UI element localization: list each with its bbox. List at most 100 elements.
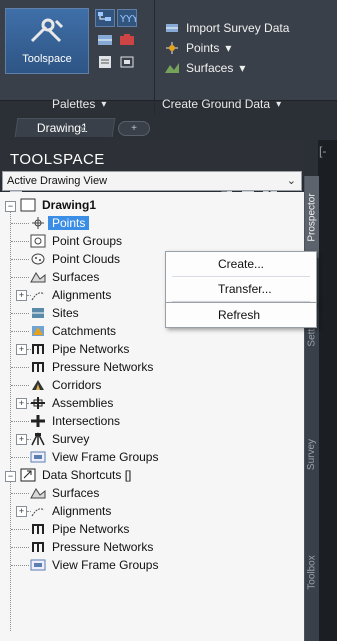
tab-survey-label: Survey (306, 438, 318, 470)
settings-mini-button[interactable]: YYY (117, 9, 139, 27)
tree-item-catchments-label: Catchments (52, 324, 117, 338)
tree-item-alignments[interactable]: Alignments (30, 286, 111, 304)
layers-mini-button[interactable] (118, 54, 136, 70)
drawing-tab[interactable]: Drawing1 (14, 118, 116, 137)
toolbox-mini-button[interactable] (118, 32, 136, 48)
tree-root-drawing[interactable]: Drawing1 (20, 196, 96, 214)
tree-shortcut-view-frame-groups[interactable]: View Frame Groups (30, 556, 158, 574)
tab-toolbox[interactable]: Toolbox (305, 532, 319, 612)
surfaces-icon (164, 61, 180, 75)
pressure-networks-icon (30, 540, 46, 554)
expand-pipe-networks-toggle[interactable]: + (16, 344, 27, 355)
expand-alignments-toggle[interactable]: + (16, 290, 27, 301)
surfaces-icon (30, 486, 46, 500)
expand-survey-toggle[interactable]: + (16, 434, 27, 445)
context-menu-create-label: Create... (218, 257, 265, 271)
tree-root-drawing-label: Drawing1 (42, 198, 97, 212)
tree-item-pipe-networks[interactable]: Pipe Networks (30, 340, 129, 358)
tree-item-point-clouds-label: Point Clouds (52, 252, 121, 266)
expand-assemblies-toggle[interactable]: + (16, 398, 27, 409)
context-menu-refresh[interactable]: Refresh (165, 302, 317, 328)
create-ground-data-panel-title[interactable]: Create Ground Data ▾ (162, 95, 281, 113)
import-survey-icon (164, 21, 180, 35)
pressure-networks-icon (30, 360, 46, 374)
survey-icon (98, 35, 112, 45)
points-icon (164, 41, 180, 55)
tree-item-surfaces-label: Surfaces (52, 270, 100, 284)
surfaces-label: Surfaces (186, 61, 234, 75)
prospector-mini-button[interactable] (95, 9, 115, 27)
view-frame-groups-icon (30, 450, 46, 464)
tree-shortcut-surfaces-label: Surfaces (52, 486, 100, 500)
new-tab-button[interactable]: + (118, 121, 150, 136)
tree-item-intersections-label: Intersections (52, 414, 121, 428)
sites-icon (30, 306, 46, 320)
settings-tree-icon: YYY (119, 14, 139, 25)
survey-mini-button[interactable] (96, 32, 114, 48)
tree-shortcut-alignments[interactable]: Alignments (30, 502, 111, 520)
tree-item-intersections[interactable]: Intersections (30, 412, 120, 430)
ribbon-divider (154, 0, 155, 114)
tree-item-assemblies[interactable]: Assemblies (30, 394, 113, 412)
points-label: Points (186, 41, 220, 55)
tree-item-corridors-label: Corridors (52, 378, 102, 392)
create-ground-data-label: Create Ground Data (162, 97, 271, 111)
toolspace-vertical-tabs: Prospector Settings Survey Toolbox (304, 176, 319, 641)
layers-icon (120, 56, 134, 68)
context-menu-refresh-label: Refresh (218, 308, 261, 322)
import-survey-data-button[interactable]: Import Survey Data (164, 18, 289, 38)
survey-icon (30, 432, 46, 446)
point-groups-icon (30, 234, 46, 248)
tab-prospector[interactable]: Prospector (305, 176, 319, 258)
tree-item-pressure-networks-label: Pressure Networks (52, 360, 154, 374)
tab-prospector-label: Prospector (306, 192, 318, 242)
drawing-icon (20, 198, 36, 212)
tree-item-sites-label: Sites (52, 306, 79, 320)
tree-item-survey-label: Survey (52, 432, 90, 446)
tree-item-corridors[interactable]: Corridors (30, 376, 101, 394)
tree-item-point-groups[interactable]: Point Groups (30, 232, 122, 250)
toolspace-button-label: Toolspace (22, 53, 72, 65)
tab-toolbox-label: Toolbox (306, 554, 318, 590)
tree-item-surfaces[interactable]: Surfaces (30, 268, 99, 286)
palettes-label: Palettes (52, 97, 96, 111)
tree-item-assemblies-label: Assemblies (52, 396, 114, 410)
tree-item-view-frame-groups[interactable]: View Frame Groups (30, 448, 158, 466)
surfaces-icon (30, 270, 46, 284)
tree-item-data-shortcuts[interactable]: Data Shortcuts [] (20, 466, 131, 484)
chevron-down-icon: ⌄ (286, 175, 296, 187)
context-menu-create[interactable]: Create... (166, 252, 316, 276)
pipe-networks-icon (30, 342, 46, 356)
surfaces-button[interactable]: Surfaces ▾ (164, 58, 245, 78)
palettes-panel-title[interactable]: Palettes ▾ (52, 95, 106, 113)
points-button[interactable]: Points ▾ (164, 38, 231, 58)
tree-item-sites[interactable]: Sites (30, 304, 79, 322)
tree-shortcut-pipe-networks[interactable]: Pipe Networks (30, 520, 129, 538)
tree-item-pressure-networks[interactable]: Pressure Networks (30, 358, 153, 376)
tree-item-catchments[interactable]: Catchments (30, 322, 116, 340)
tree-item-alignments-label: Alignments (52, 288, 112, 302)
alignments-icon (30, 504, 46, 518)
active-drawing-view-select[interactable]: Active Drawing View ⌄ (2, 171, 302, 191)
corridors-icon (30, 378, 46, 392)
tab-survey[interactable]: Survey (305, 414, 319, 494)
view-frame-groups-icon (30, 558, 46, 572)
toolspace-button[interactable]: Toolspace (5, 8, 89, 74)
tree-item-survey[interactable]: Survey (30, 430, 89, 448)
tree-item-pipe-networks-label: Pipe Networks (52, 342, 130, 356)
context-menu-transfer[interactable]: Transfer... (166, 277, 316, 301)
tree-shortcut-surfaces[interactable]: Surfaces (30, 484, 99, 502)
tree-item-data-shortcuts-label: Data Shortcuts [] (42, 468, 132, 482)
viewport-controls[interactable]: [- (319, 144, 326, 158)
close-tab-icon[interactable]: ✕ (78, 123, 87, 136)
drawing-viewport[interactable]: [- (318, 140, 337, 641)
tree-item-point-clouds[interactable]: Point Clouds (30, 250, 120, 268)
palettes-caret: ▾ (101, 98, 107, 110)
tree-shortcut-pressure-networks[interactable]: Pressure Networks (30, 538, 153, 556)
pipe-networks-icon (30, 522, 46, 536)
tree-item-points[interactable]: Points (30, 214, 90, 232)
catchments-icon (30, 324, 46, 338)
create-ground-data-caret: ▾ (276, 98, 282, 110)
expand-shortcut-alignments-toggle[interactable]: + (16, 506, 27, 517)
properties-mini-button[interactable] (96, 54, 114, 70)
